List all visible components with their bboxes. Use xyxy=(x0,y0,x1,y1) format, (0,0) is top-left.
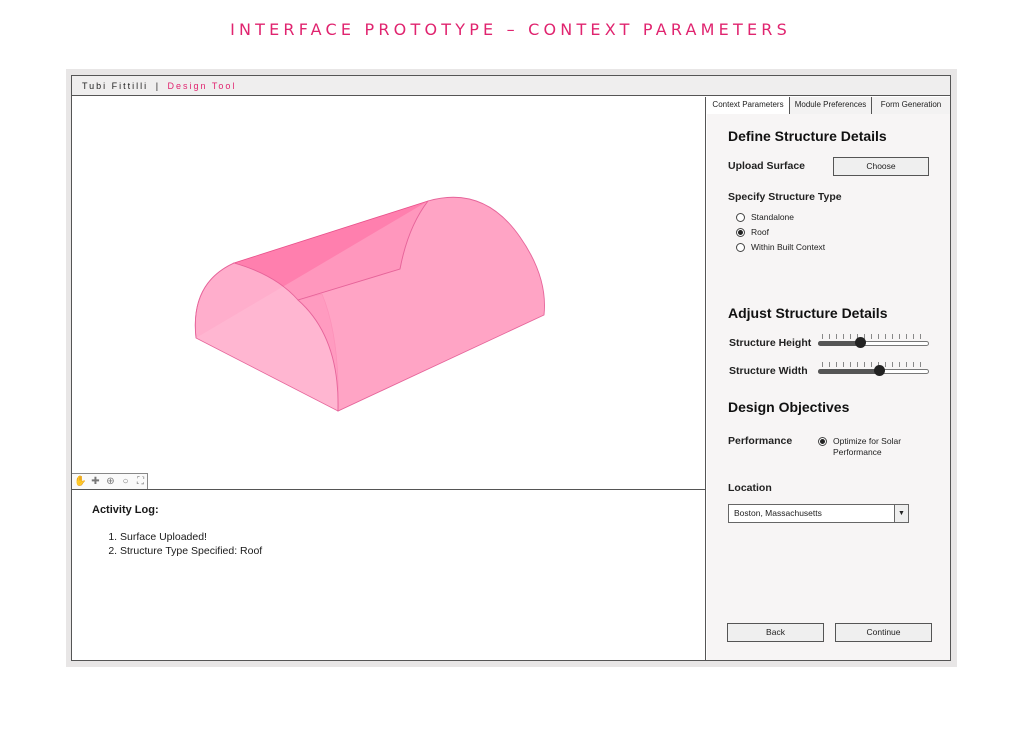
chevron-down-icon[interactable]: ▼ xyxy=(894,505,908,522)
log-entry: Surface Uploaded! xyxy=(120,530,262,544)
radio-button[interactable] xyxy=(736,212,745,222)
page-heading: INTERFACE PROTOTYPE – CONTEXT PARAMETERS xyxy=(230,20,791,39)
location-selected-value: Boston, Massachusetts xyxy=(734,508,822,518)
fit-extents-icon[interactable]: ⛶ xyxy=(134,475,147,488)
structure-width-label: Structure Width xyxy=(729,365,808,377)
adjust-structure-heading: Adjust Structure Details xyxy=(728,305,888,321)
upload-surface-label: Upload Surface xyxy=(728,160,806,172)
activity-log-list: Surface Uploaded! Structure Type Specifi… xyxy=(120,530,262,558)
panel-tabs: Context Parameters Module Preferences Fo… xyxy=(707,97,950,114)
move-icon[interactable]: ✚ xyxy=(89,475,102,488)
structure-height-slider[interactable] xyxy=(818,334,929,348)
view-toolbar: ✋ ✚ ⊕ ○ ⛶ xyxy=(72,473,148,489)
app-titlebar: Tubi Fittilli | Design Tool xyxy=(72,76,950,96)
structure-width-slider[interactable] xyxy=(818,362,929,376)
slider-handle[interactable] xyxy=(874,365,885,376)
app-brand: Tubi Fittilli xyxy=(82,81,149,91)
slider-fill xyxy=(818,369,879,374)
log-entry: Structure Type Specified: Roof xyxy=(120,544,262,558)
zoom-in-icon[interactable]: ⊕ xyxy=(104,475,117,488)
define-structure-heading: Define Structure Details xyxy=(728,128,887,144)
radio-within-built-context[interactable]: Within Built Context xyxy=(736,242,825,252)
choose-button[interactable]: Choose xyxy=(833,157,929,176)
radio-label: Within Built Context xyxy=(751,242,826,252)
performance-label: Performance xyxy=(728,435,793,447)
continue-button[interactable]: Continue xyxy=(835,623,932,642)
radio-label: Standalone xyxy=(751,212,795,222)
vault-surface-model[interactable] xyxy=(72,97,706,489)
design-objectives-heading: Design Objectives xyxy=(728,399,850,415)
app-product-name: Design Tool xyxy=(167,81,237,91)
radio-roof[interactable]: Roof xyxy=(736,227,769,237)
radio-optimize-solar[interactable]: Optimize for Solar Performance xyxy=(818,436,901,458)
radio-button[interactable] xyxy=(818,437,827,446)
radio-selected-dot xyxy=(820,439,825,444)
slider-fill xyxy=(818,341,860,346)
structure-type-label: Specify Structure Type xyxy=(728,191,842,203)
activity-log-panel: Activity Log: Surface Uploaded! Structur… xyxy=(72,489,706,660)
hand-icon[interactable]: ✋ xyxy=(74,475,87,488)
radio-button[interactable] xyxy=(736,242,745,252)
radio-label-line: Optimize for Solar xyxy=(833,436,902,446)
tab-context-parameters[interactable]: Context Parameters xyxy=(707,97,790,114)
radio-selected-dot xyxy=(738,229,743,235)
location-label: Location xyxy=(728,482,772,494)
radio-standalone[interactable]: Standalone xyxy=(736,212,794,222)
3d-viewport[interactable]: ✋ ✚ ⊕ ○ ⛶ xyxy=(72,97,706,489)
slider-ticks xyxy=(822,362,925,367)
radio-button[interactable] xyxy=(736,227,745,237)
tab-form-generation[interactable]: Form Generation xyxy=(872,97,950,114)
location-select[interactable]: Boston, Massachusetts ▼ xyxy=(728,504,909,523)
tab-module-preferences[interactable]: Module Preferences xyxy=(790,97,872,114)
structure-height-label: Structure Height xyxy=(729,337,812,349)
activity-log-title: Activity Log: xyxy=(92,504,159,516)
radio-label: Roof xyxy=(751,227,769,237)
back-button[interactable]: Back xyxy=(727,623,824,642)
app-window: Tubi Fittilli | Design Tool ✋ ✚ ⊕ ○ ⛶ Ac… xyxy=(71,75,951,661)
zoom-icon[interactable]: ○ xyxy=(119,475,132,488)
title-separator: | xyxy=(155,81,161,91)
parameters-panel: Context Parameters Module Preferences Fo… xyxy=(707,97,950,660)
radio-label-line: Performance xyxy=(833,447,882,457)
radio-label: Optimize for Solar Performance xyxy=(833,436,901,458)
slider-ticks xyxy=(822,334,925,339)
slider-handle[interactable] xyxy=(855,337,866,348)
prototype-frame: Tubi Fittilli | Design Tool ✋ ✚ ⊕ ○ ⛶ Ac… xyxy=(66,69,957,667)
